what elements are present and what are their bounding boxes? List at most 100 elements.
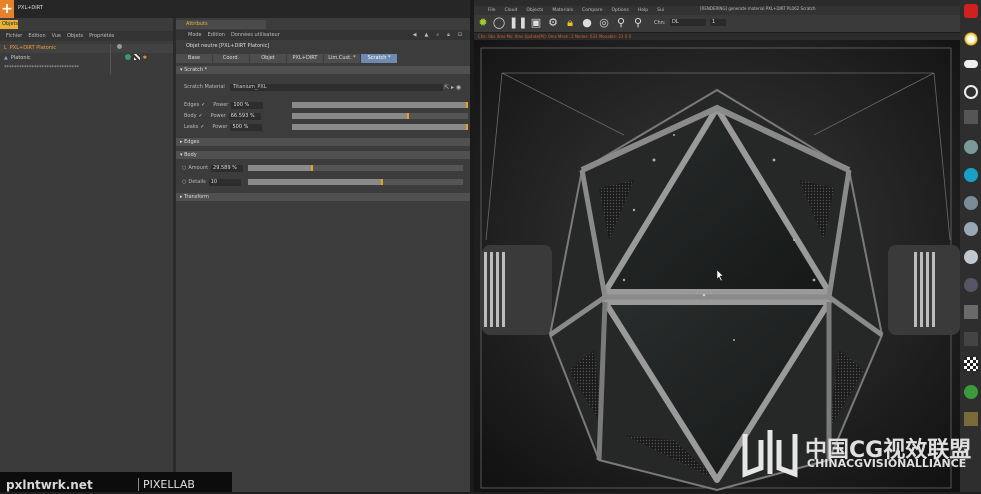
sphere-icon[interactable]: ● <box>580 16 594 30</box>
menu-mode[interactable]: Mode <box>188 30 202 40</box>
capsule-tool-icon[interactable] <box>964 60 978 68</box>
arrow-icon[interactable]: ▸ <box>451 84 454 91</box>
menu-materials[interactable]: Materials <box>552 6 573 15</box>
checker-tag-icon[interactable] <box>133 54 140 60</box>
cyan-sphere-icon[interactable] <box>964 168 978 182</box>
amount-slider[interactable] <box>248 165 463 171</box>
slider-fill <box>292 113 410 119</box>
white-sphere-icon[interactable] <box>964 250 978 264</box>
object-row-platonic[interactable]: ▲ Platonic ✱ <box>0 54 177 63</box>
slider-knob[interactable] <box>381 179 384 185</box>
tab-lim-cust[interactable]: Lim.Cust. * <box>324 54 360 63</box>
slider-knob[interactable] <box>466 124 468 130</box>
tab-objet[interactable]: Objet <box>250 54 286 63</box>
watermark-site: pxlntwrk.net <box>6 478 93 492</box>
scratch-material-field[interactable]: Titanium_PXL <box>230 84 443 91</box>
object-row-pxl-dirt-platonic[interactable]: L PXL+DIRT Platonic <box>0 44 177 53</box>
menu-vue[interactable]: Vue <box>52 31 61 41</box>
menu-file[interactable]: File <box>488 6 496 15</box>
leaks-checkbox[interactable]: ✓ <box>198 124 206 130</box>
menu-objects[interactable]: Objects <box>526 6 543 15</box>
ring-tool-icon[interactable] <box>964 85 978 99</box>
box-tool-icon[interactable] <box>964 305 978 319</box>
link-icon[interactable]: ⇱ <box>444 84 449 91</box>
up-arrow-icon[interactable]: ▲ <box>424 30 428 40</box>
leaks-power-field[interactable]: 500 % <box>230 123 263 131</box>
settings-icon[interactable]: ⚙ <box>546 16 560 30</box>
texture-tool-icon[interactable] <box>964 412 978 426</box>
back-arrow-icon[interactable]: ◀ <box>413 30 417 40</box>
checker-tool-icon[interactable] <box>964 357 978 371</box>
menu-sui[interactable]: Sui <box>657 6 664 15</box>
body-checkbox[interactable]: ✓ <box>197 113 205 119</box>
section-scratch[interactable]: ▾ Scratch * <box>176 66 470 74</box>
menu-edition[interactable]: Edition <box>28 31 45 41</box>
watermark-logo-icon <box>742 430 798 478</box>
channel-select[interactable]: DL <box>670 19 706 26</box>
refresh-icon[interactable]: ◯ <box>492 16 506 30</box>
menu-objets[interactable]: Objets <box>67 31 83 41</box>
tab-pxl-dirt[interactable]: PXL+DIRT <box>287 54 323 63</box>
light-tool-icon[interactable] <box>964 32 978 46</box>
power-label: Power <box>213 102 229 108</box>
tab-attributs[interactable]: Attributs <box>176 20 266 29</box>
region-icon[interactable]: ▣ <box>529 16 543 30</box>
pin-icon[interactable]: ⚲ <box>614 16 628 30</box>
grid-tool-icon[interactable] <box>964 110 978 124</box>
pause-icon[interactable]: ❚❚ <box>509 16 527 30</box>
menu-edition[interactable]: Edition <box>208 30 225 40</box>
section-transform[interactable]: ▸ Transform <box>176 193 470 201</box>
slider-knob[interactable] <box>466 102 468 108</box>
dark-sphere-icon[interactable] <box>964 278 978 292</box>
edges-power-slider[interactable] <box>292 102 468 108</box>
slider-knob[interactable] <box>310 165 313 171</box>
section-body[interactable]: ▾ Body <box>176 151 470 159</box>
start-render-icon[interactable]: ✹ <box>476 16 490 30</box>
menu-proprietes[interactable]: Propriétés <box>89 31 114 41</box>
material-tag-icon[interactable] <box>124 54 131 60</box>
object-row-divider[interactable]: ****************************** <box>0 64 177 73</box>
clear-icon[interactable]: ◉ <box>456 84 461 91</box>
menu-compare[interactable]: Compare <box>582 6 602 15</box>
slider-knob[interactable] <box>407 113 410 119</box>
render-toolbar: ✹ ◯ ❚❚ ▣ ⚙ 🔒︎ ● ◎ ⚲ ⚲ Chn: DL 1 <box>474 15 960 32</box>
menu-help[interactable]: Help <box>638 6 648 15</box>
zoom-field[interactable]: 1 <box>710 19 726 26</box>
visibility-dot-icon[interactable] <box>117 44 122 53</box>
body-power-field[interactable]: 66.593 % <box>228 112 261 120</box>
edges-checkbox[interactable]: ✓ <box>199 102 207 108</box>
lock-icon[interactable]: 🔒︎ <box>447 30 450 40</box>
red-tool-icon[interactable] <box>964 4 978 18</box>
chrome-sphere-icon[interactable] <box>964 222 978 236</box>
color-picker-icon[interactable]: ◎ <box>597 16 611 30</box>
metal-sphere-icon[interactable] <box>964 196 978 210</box>
menu-options[interactable]: Options <box>611 6 628 15</box>
param-row-details: ○ Details 10 <box>182 178 241 186</box>
new-panel-icon[interactable]: ⊡ <box>458 30 462 40</box>
deformer-tag-icon[interactable]: ✱ <box>143 54 147 63</box>
radio-icon[interactable]: ○ <box>182 165 186 171</box>
radio-icon[interactable]: ○ <box>182 179 186 185</box>
leaks-power-slider[interactable] <box>292 124 468 130</box>
edges-power-field[interactable]: 100 % <box>231 101 264 109</box>
green-tool-icon[interactable] <box>964 385 978 399</box>
focus-pin-icon[interactable]: ⚲ <box>631 16 645 30</box>
details-field[interactable]: 10 <box>208 178 241 186</box>
right-tool-strip <box>960 0 981 492</box>
tab-objets[interactable]: Objets <box>0 20 18 29</box>
cube-tool-icon[interactable] <box>964 332 978 346</box>
render-view[interactable] <box>474 40 960 492</box>
amount-field[interactable]: 29.589 % <box>211 164 244 172</box>
sphere-tool-icon[interactable] <box>964 140 978 154</box>
tab-scratch[interactable]: Scratch * <box>361 54 397 63</box>
body-power-slider[interactable] <box>292 113 468 119</box>
tab-base[interactable]: Base <box>176 54 212 63</box>
lock-icon[interactable]: 🔒︎ <box>563 16 577 30</box>
tab-coord[interactable]: Coord. <box>213 54 249 63</box>
search-icon[interactable]: ⌕ <box>436 30 439 40</box>
menu-user-data[interactable]: Données utilisateur <box>231 30 280 40</box>
section-edges[interactable]: ▸ Edges <box>176 138 470 146</box>
details-slider[interactable] <box>248 179 463 185</box>
menu-fichier[interactable]: Fichier <box>6 31 22 41</box>
menu-cloud[interactable]: Cloud <box>505 6 518 15</box>
